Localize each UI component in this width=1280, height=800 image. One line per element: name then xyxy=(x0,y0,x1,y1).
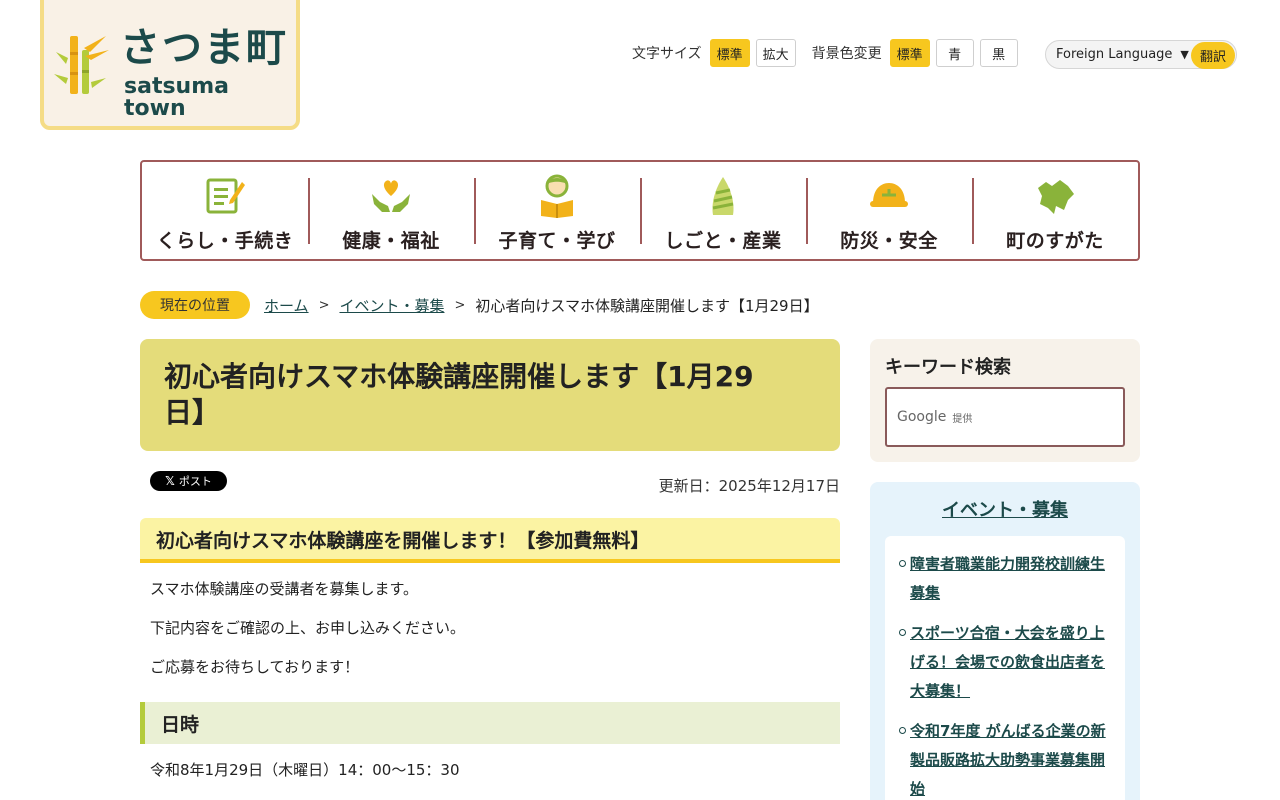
list-item: 障害者職業能力開発校訓練生募集 xyxy=(897,550,1113,608)
global-nav: くらし・手続き 健康・福祉 子育て・学び しごと・産業 防災・安全 町のすがた xyxy=(140,160,1140,261)
breadcrumb-badge: 現在の位置 xyxy=(140,291,250,319)
breadcrumb-events-link[interactable]: イベント・募集 xyxy=(339,295,444,316)
section-heading-datetime: 日時 xyxy=(140,702,840,744)
event-panel: イベント・募集 障害者職業能力開発校訓練生募集 スポーツ合宿・大会を盛り上げる！… xyxy=(870,482,1140,800)
bg-standard-button[interactable]: 標準 xyxy=(889,39,930,67)
hands-heart-icon xyxy=(369,174,413,218)
search-input[interactable]: Google 提供 xyxy=(885,387,1125,447)
keyword-search-title: キーワード検索 xyxy=(885,357,1011,378)
translate-button[interactable]: 翻訳 xyxy=(1191,42,1235,69)
bamboo-logo-icon xyxy=(54,36,109,94)
x-logo-icon: 𝕏 xyxy=(165,474,175,488)
accessibility-tools: 文字サイズ 標準 拡大 背景色変更 標準 青 黒 xyxy=(632,39,1024,67)
nav-item-health[interactable]: 健康・福祉 xyxy=(308,162,474,259)
nav-item-work[interactable]: しごと・産業 xyxy=(640,162,806,259)
event-link[interactable]: 令和7年度 がんばる企業の新製品販路拡大助勢事業募集開始 xyxy=(910,722,1106,798)
article-heading: 初心者向けスマホ体験講座を開催します！【参加費無料】 xyxy=(140,518,840,563)
breadcrumb-current: 初心者向けスマホ体験講座開催します【1月29日】 xyxy=(475,296,819,315)
article-paragraph: ご応募をお待ちしております！ xyxy=(150,658,360,676)
logo-title-ja: さつま町 xyxy=(120,25,288,71)
breadcrumb-home-link[interactable]: ホーム xyxy=(264,295,309,316)
nav-label: 子育て・学び xyxy=(498,230,616,252)
page-title: 初心者向けスマホ体験講座開催します【1月29日】 xyxy=(164,360,754,429)
logo-title-en: satsuma town xyxy=(124,74,229,121)
event-panel-title-link[interactable]: イベント・募集 xyxy=(870,496,1140,522)
list-item: スポーツ合宿・大会を盛り上げる！会場での飲食出店者を大募集！ xyxy=(897,619,1113,706)
font-size-label: 文字サイズ xyxy=(632,46,702,62)
x-share-button[interactable]: 𝕏 ポスト xyxy=(150,471,227,491)
page-title-box: 初心者向けスマホ体験講座開催します【1月29日】 xyxy=(140,339,840,451)
updated-date: 更新日：2025年12月17日 xyxy=(658,477,840,495)
language-select[interactable]: Foreign Language ▼ 翻訳 xyxy=(1045,40,1237,69)
nav-item-safety[interactable]: 防災・安全 xyxy=(806,162,972,259)
helmet-icon xyxy=(867,174,911,218)
nav-item-living[interactable]: くらし・手続き xyxy=(142,162,308,259)
chevron-right-icon: > xyxy=(454,297,466,313)
nav-label: くらし・手続き xyxy=(156,230,294,252)
font-size-standard-button[interactable]: 標準 xyxy=(709,39,750,67)
chevron-right-icon: > xyxy=(318,297,330,313)
nav-label: しごと・産業 xyxy=(664,230,782,252)
keyword-search-panel: キーワード検索 Google 提供 xyxy=(870,339,1140,462)
event-list: 障害者職業能力開発校訓練生募集 スポーツ合宿・大会を盛り上げる！会場での飲食出店… xyxy=(885,536,1125,800)
font-size-large-button[interactable]: 拡大 xyxy=(755,39,796,67)
nav-label: 健康・福祉 xyxy=(342,230,440,252)
bg-color-label: 背景色変更 xyxy=(811,46,882,62)
caret-down-icon: ▼ xyxy=(1180,48,1189,61)
event-link[interactable]: 障害者職業能力開発校訓練生募集 xyxy=(910,555,1105,602)
language-select-value: Foreign Language xyxy=(1056,47,1173,62)
breadcrumb: 現在の位置 ホーム > イベント・募集 > 初心者向けスマホ体験講座開催します【… xyxy=(140,291,819,319)
google-brand: Google xyxy=(897,409,947,425)
child-book-icon xyxy=(535,174,579,218)
event-link[interactable]: スポーツ合宿・大会を盛り上げる！会場での飲食出店者を大募集！ xyxy=(910,624,1105,700)
document-pen-icon xyxy=(203,174,247,218)
bamboo-shoot-icon xyxy=(701,174,745,218)
event-datetime: 令和8年1月29日（木曜日）14：00～15：30 xyxy=(150,761,460,779)
nav-label: 防災・安全 xyxy=(840,230,938,252)
article-paragraph: 下記内容をご確認の上、お申し込みください。 xyxy=(150,619,466,637)
list-item: 令和7年度 がんばる企業の新製品販路拡大助勢事業募集開始 xyxy=(897,717,1113,800)
nav-item-childcare[interactable]: 子育て・学び xyxy=(474,162,640,259)
article-paragraph: スマホ体験講座の受講者を募集します。 xyxy=(150,580,419,598)
nav-label: 町のすがた xyxy=(1006,230,1104,252)
x-share-label: ポスト xyxy=(178,475,212,488)
site-logo[interactable]: さつま町 satsuma town xyxy=(40,0,300,130)
bg-blue-button[interactable]: 青 xyxy=(935,39,974,67)
search-provided-label: 提供 xyxy=(952,413,973,425)
town-map-icon xyxy=(1033,174,1077,218)
bg-black-button[interactable]: 黒 xyxy=(979,39,1018,67)
nav-item-town[interactable]: 町のすがた xyxy=(972,162,1138,259)
